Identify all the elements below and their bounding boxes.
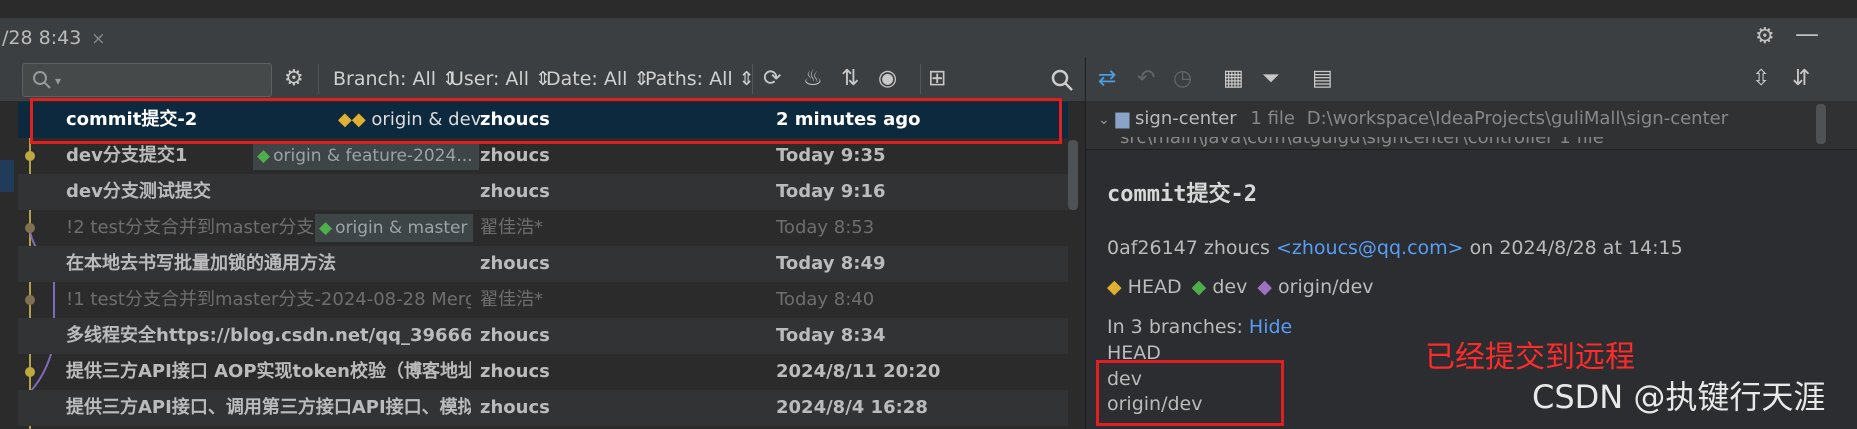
search-input[interactable]: ▾ <box>22 63 272 97</box>
commit-row[interactable]: 提供三方API接口、调用第三方接口API接口、模拟 zhoucs 2024/8/… <box>18 390 1068 426</box>
layout-icon[interactable]: ▤ <box>1312 66 1333 91</box>
refresh-icon[interactable]: ⟳ <box>763 66 781 91</box>
ref-dev: dev <box>1212 276 1248 298</box>
commit-date: Today 8:49 <box>776 253 886 274</box>
hide-branches-link[interactable]: Hide <box>1249 316 1292 338</box>
minimize-icon[interactable]: — <box>1795 20 1819 48</box>
tree-module-row[interactable]: ⌄ ▆ sign-center 1 file D:\workspace\Idea… <box>1098 108 1728 129</box>
branches-line: In 3 branches: Hide <box>1107 316 1292 338</box>
filter-icon[interactable]: ⏷ <box>1262 66 1280 91</box>
paths-filter-label: Paths: All <box>645 68 733 90</box>
tag-icon: ◆ <box>257 146 271 166</box>
commit-author: zhoucs <box>480 361 550 382</box>
details-toolbar <box>1086 57 1857 101</box>
find-icon[interactable] <box>1050 68 1074 92</box>
date-filter-label: Date: All <box>546 68 628 90</box>
search-dropdown-icon: ▾ <box>55 74 62 88</box>
tree-module-name: sign-center <box>1135 108 1237 129</box>
commit-author: 翟佳浩* <box>480 217 543 238</box>
commit-row[interactable]: 在本地去书写批量加锁的通用方法 zhoucs Today 8:49 <box>18 246 1068 282</box>
commit-message: !1 test分支合并到master分支-2024-08-28 Merge <box>66 289 471 310</box>
head-tag-icon: ◆ <box>1107 276 1122 298</box>
ref-head: HEAD <box>1127 276 1182 298</box>
tab-title: /28 8:43 <box>2 27 82 49</box>
tab-close-icon[interactable]: × <box>91 29 105 49</box>
group-icon[interactable]: ▦ <box>1223 66 1244 91</box>
commit-message: 在本地去书写批量加锁的通用方法 <box>66 253 336 274</box>
commit-author: zhoucs <box>480 325 550 346</box>
origin-dev-tag-icon: ◆ <box>1257 276 1272 298</box>
commit-message: !2 test分支合并到master分支- <box>66 217 321 238</box>
settings-icon[interactable]: ⚙ <box>284 66 304 91</box>
commit-message: dev分支测试提交 <box>66 181 211 202</box>
watermark: CSDN @执键行天涯 <box>1532 378 1826 416</box>
tag-icon: ◆ <box>319 218 333 238</box>
folder-icon: ▆ <box>1115 108 1130 129</box>
commit-date: Today 8:34 <box>776 325 886 346</box>
commit-author: 翟佳浩* <box>480 289 543 310</box>
cherry-pick-icon[interactable]: ♨ <box>803 66 823 91</box>
commit-date: Today 9:16 <box>776 181 886 202</box>
commit-message: 提供三方API接口 AOP实现token校验（博客地址: <box>66 361 471 382</box>
commit-date: Today 8:53 <box>776 217 875 238</box>
tab-git-log[interactable]: /28 8:43 × <box>0 19 106 57</box>
ref-origin-dev: origin/dev <box>1278 276 1374 298</box>
divider <box>920 64 921 94</box>
branch-filter[interactable]: Branch: All ⇕ <box>333 68 458 90</box>
commit-message: 多线程安全https://blog.csdn.net/qq_39666711 <box>66 325 471 346</box>
date-filter[interactable]: Date: All ⇕ <box>546 68 649 90</box>
commit-author: zhoucs <box>480 181 550 202</box>
commit-date: Today 8:40 <box>776 289 875 310</box>
commit-author: zhoucs <box>480 253 550 274</box>
history-icon[interactable]: ◷ <box>1173 66 1192 91</box>
divider <box>318 64 319 94</box>
highlight-box <box>30 98 1062 144</box>
new-tab-icon[interactable]: ⊞ <box>928 66 946 91</box>
commit-ref-label: ◆ origin & feature-2024... <box>253 142 479 170</box>
commit-row[interactable]: !1 test分支合并到master分支-2024-08-28 Merge 翟佳… <box>18 282 1068 318</box>
commit-date: 2024/8/4 16:28 <box>776 397 928 418</box>
annotation-text: 已经提交到远程 <box>1425 340 1635 375</box>
commit-message: 提供三方API接口、调用第三方接口API接口、模拟 <box>66 397 471 418</box>
expand-all-icon[interactable]: ⇳ <box>1752 66 1770 91</box>
tree-sub-path: src\main\java\com\atguigu\signcenter\con… <box>1120 137 1604 148</box>
branch-filter-label: Branch: All <box>333 68 437 90</box>
tree-scrollbar[interactable] <box>1816 104 1826 144</box>
branches-highlight-box <box>1096 360 1284 426</box>
collapse-all-icon[interactable]: ⇵ <box>1792 66 1810 91</box>
gear-icon[interactable]: ⚙ <box>1755 24 1775 49</box>
commit-date: 2024/8/11 20:20 <box>776 361 941 382</box>
dev-tag-icon: ◆ <box>1191 276 1207 298</box>
undo-icon[interactable]: ↶ <box>1137 66 1155 91</box>
tab-bar <box>0 19 1857 57</box>
paths-filter[interactable]: Paths: All ⇕ <box>645 68 755 90</box>
commit-datetime: on 2024/8/28 at 14:15 <box>1469 237 1683 259</box>
top-strip <box>0 0 1857 19</box>
commit-title: commit提交-2 <box>1107 182 1257 207</box>
divider <box>752 64 753 94</box>
commit-row[interactable]: 多线程安全https://blog.csdn.net/qq_39666711 z… <box>18 318 1068 354</box>
eye-icon[interactable]: ◉ <box>878 66 897 91</box>
tree-path: D:\workspace\IdeaProjects\guliMall\sign-… <box>1306 108 1729 129</box>
branches-label: In 3 branches: <box>1107 316 1243 338</box>
scrollbar[interactable] <box>1068 140 1078 210</box>
commit-row[interactable]: !2 test分支合并到master分支- ◆ origin & master 翟… <box>18 210 1068 246</box>
commit-hash-author: 0af26147 zhoucs <box>1107 237 1270 259</box>
tree-file-count: 1 file <box>1250 108 1295 129</box>
commit-row[interactable]: 提供三方API接口 AOP实现token校验（博客地址: zhoucs 2024… <box>18 354 1068 390</box>
commit-row[interactable]: dev分支测试提交 zhoucs Today 9:16 <box>18 174 1068 210</box>
compare-icon[interactable]: ⇄ <box>1098 66 1116 91</box>
tree-sub-row[interactable]: src\main\java\com\atguigu\signcenter\con… <box>1120 137 1604 149</box>
author-email-link[interactable]: <zhoucs@qq.com> <box>1276 237 1464 259</box>
search-icon <box>33 71 51 89</box>
commit-meta: 0af26147 zhoucs <zhoucs@qq.com> on 2024/… <box>1107 237 1683 259</box>
user-filter[interactable]: User: All ⇕ <box>450 68 551 90</box>
expand-collapse-icon[interactable]: ⇅ <box>841 66 859 91</box>
commit-refs: ◆ HEAD ◆ dev ◆ origin/dev <box>1107 276 1374 298</box>
user-filter-label: User: All <box>450 68 529 90</box>
chevron-down-icon: ⌄ <box>1098 112 1110 128</box>
gutter-marker <box>0 160 14 192</box>
commit-author: zhoucs <box>480 397 550 418</box>
commit-ref-label: ◆ origin & master <box>315 214 473 242</box>
